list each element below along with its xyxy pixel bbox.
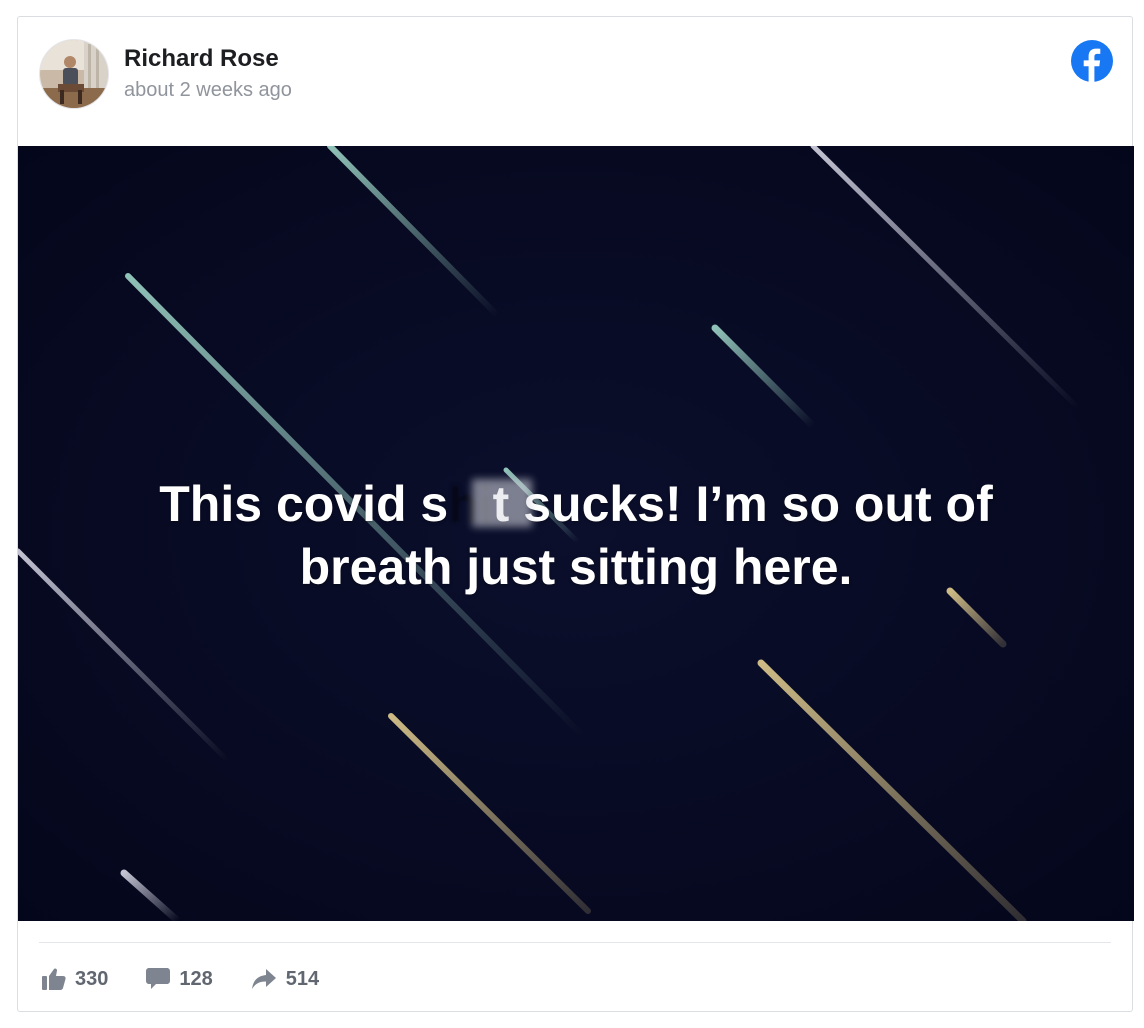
facebook-post-card: Richard Rose about 2 weeks ago This covi… (17, 16, 1134, 1012)
share-count[interactable]: 514 (251, 968, 319, 991)
share-arrow-icon (251, 969, 276, 989)
comment-count[interactable]: 128 (146, 967, 213, 991)
avatar-photo (40, 40, 108, 108)
post-timestamp[interactable]: about 2 weeks ago (124, 79, 292, 102)
post-stats: 330 128 514 (42, 964, 357, 994)
thumbs-up-icon (42, 968, 66, 990)
comment-count-value: 128 (179, 967, 213, 990)
post-text-part: t sucks! I’m so out of (492, 476, 993, 532)
post-text-line-1: This covid shi t sucks! I’m so out of (18, 473, 1134, 536)
share-count-value: 514 (285, 967, 320, 990)
post-image[interactable]: This covid shi t sucks! I’m so out of bre… (18, 146, 1134, 921)
post-text-line-2: breath just sitting here. (299, 539, 853, 595)
like-count[interactable]: 330 (42, 968, 108, 991)
facebook-logo-icon[interactable] (1071, 40, 1113, 82)
comment-icon (146, 968, 171, 989)
censored-word: hi (448, 473, 533, 536)
author-avatar[interactable] (39, 39, 109, 109)
post-text-part: This covid s (159, 476, 449, 532)
post-text-overlay: This covid shi t sucks! I’m so out of bre… (18, 473, 1134, 599)
like-count-value: 330 (75, 967, 109, 990)
footer-divider (39, 942, 1111, 943)
author-name[interactable]: Richard Rose (124, 45, 279, 73)
post-header: Richard Rose about 2 weeks ago (18, 17, 1132, 146)
censor-blur (472, 479, 533, 527)
